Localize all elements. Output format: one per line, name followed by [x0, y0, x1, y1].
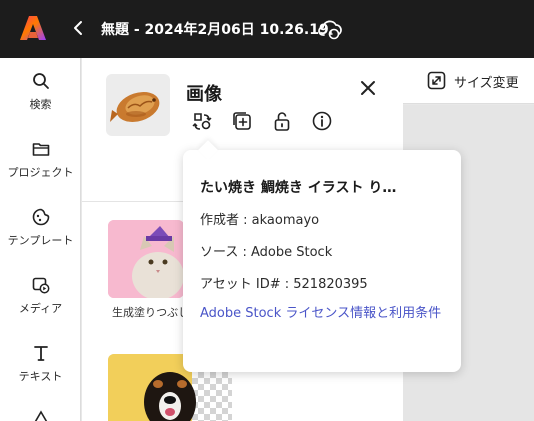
template-icon: [32, 208, 49, 226]
folder-icon: [32, 143, 49, 156]
rail-item-search[interactable]: 検索: [0, 72, 81, 112]
rail-label: プロジェクト: [7, 166, 74, 179]
rail-label: 検索: [29, 98, 52, 111]
resize-icon: [427, 71, 446, 90]
asset-id: アセット ID# : 521820395: [200, 277, 368, 292]
rail-item-text[interactable]: テキスト: [0, 344, 81, 384]
document-title[interactable]: 無題 - 2024年2月06日 10.26.19: [101, 19, 329, 39]
asset-title: たい焼き 鯛焼き イラスト り…: [200, 180, 397, 196]
app-logo-icon[interactable]: [20, 15, 46, 41]
asset-author: 作成者 : akaomayo: [200, 213, 320, 228]
left-rail: 検索 プロジェクト テンプレート メディア テキスト: [0, 58, 81, 421]
asset-info-popover: たい焼き 鯛焼き イラスト り… 作成者 : akaomayo ソース : Ad…: [183, 140, 461, 372]
cat-image: [108, 220, 184, 298]
unlock-icon[interactable]: [271, 110, 293, 132]
search-icon: [32, 73, 49, 89]
taiyaki-image: [110, 92, 160, 122]
close-icon[interactable]: [359, 79, 377, 97]
rail-item-templates[interactable]: テンプレート: [0, 208, 81, 248]
rail-label: テキスト: [18, 370, 63, 383]
rail-item-shapes[interactable]: [0, 410, 81, 421]
license-link[interactable]: Adobe Stock ライセンス情報と利用条件: [200, 302, 448, 325]
info-icon[interactable]: [311, 110, 333, 132]
asset-source: ソース : Adobe Stock: [200, 245, 333, 260]
image-thumbnail[interactable]: [106, 74, 170, 136]
media-icon: [32, 277, 49, 294]
generative-fill-label: 生成塗りつぶし: [112, 306, 184, 319]
add-icon[interactable]: [231, 110, 253, 132]
cloud-sync-icon[interactable]: [318, 17, 344, 41]
generative-fill-card[interactable]: [108, 220, 184, 298]
panel-title: 画像: [186, 84, 222, 105]
replace-icon[interactable]: [191, 110, 213, 132]
rail-label: メディア: [18, 302, 63, 315]
back-chevron-icon[interactable]: [70, 18, 86, 38]
right-toolbar: サイズ変更: [403, 58, 534, 104]
text-icon: [33, 346, 48, 361]
resize-button[interactable]: サイズ変更: [454, 72, 519, 91]
shapes-icon: [34, 410, 47, 421]
rail-label: テンプレート: [7, 234, 74, 247]
top-bar: 無題 - 2024年2月06日 10.26.19: [0, 0, 534, 58]
rail-item-media[interactable]: メディア: [0, 276, 81, 316]
rail-item-projects[interactable]: プロジェクト: [0, 140, 81, 180]
